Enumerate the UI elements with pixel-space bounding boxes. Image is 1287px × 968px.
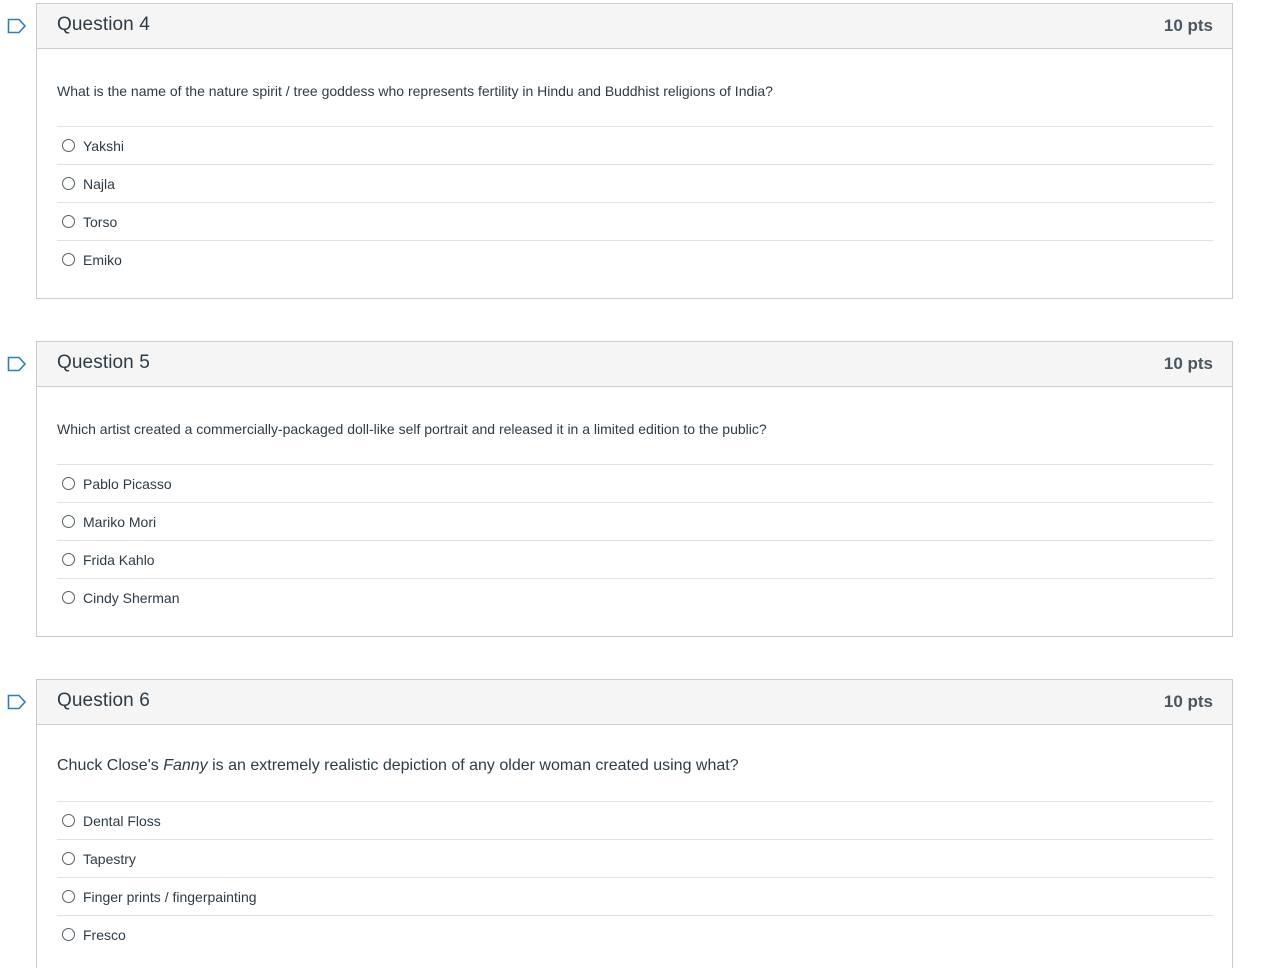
question-text: Chuck Close's Fanny is an extremely real… (57, 725, 1213, 801)
radio-button[interactable] (62, 814, 75, 827)
flag-question-icon[interactable] (7, 356, 27, 372)
radio-button[interactable] (62, 139, 75, 152)
question-text: What is the name of the nature spirit / … (57, 83, 773, 99)
answer-list: Yakshi Najla Torso Emiko (57, 126, 1213, 278)
answer-label: Frida Kahlo (83, 551, 155, 568)
answer-list: Dental Floss Tapestry Finger prints / fi… (57, 801, 1213, 953)
artwork-title: Fanny (163, 757, 208, 774)
radio-button[interactable] (62, 215, 75, 228)
answer-option[interactable]: Fresco (57, 916, 1213, 953)
answer-option[interactable]: Cindy Sherman (57, 579, 1213, 616)
flag-question-icon[interactable] (7, 694, 27, 710)
answer-option[interactable]: Torso (57, 203, 1213, 241)
question-points: 10 pts (1163, 354, 1213, 373)
radio-button[interactable] (62, 852, 75, 865)
quiz-page: Question 4 10 pts What is the name of th… (0, 0, 1287, 968)
answer-label: Pablo Picasso (83, 475, 172, 492)
answer-label: Emiko (83, 251, 122, 268)
question-title: Question 4 (57, 14, 150, 35)
question-5: Question 5 10 pts Which artist created a… (7, 341, 1233, 637)
question-text-after: is an extremely realistic depiction of a… (207, 757, 739, 774)
answer-option[interactable]: Tapestry (57, 840, 1213, 878)
radio-button[interactable] (62, 928, 75, 941)
question-6: Question 6 10 pts Chuck Close's Fanny is… (7, 679, 1233, 968)
answer-label: Mariko Mori (83, 513, 157, 530)
question-header: Question 6 10 pts (37, 680, 1232, 725)
answer-label: Tapestry (83, 850, 136, 867)
radio-button[interactable] (62, 253, 75, 266)
radio-button[interactable] (62, 553, 75, 566)
answer-label: Fresco (83, 926, 126, 943)
answer-option[interactable]: Frida Kahlo (57, 541, 1213, 579)
question-header: Question 5 10 pts (37, 342, 1232, 387)
answer-option[interactable]: Finger prints / fingerpainting (57, 878, 1213, 916)
question-header: Question 4 10 pts (37, 4, 1232, 49)
answer-label: Cindy Sherman (83, 589, 180, 606)
answer-label: Dental Floss (83, 812, 161, 829)
radio-button[interactable] (62, 177, 75, 190)
answer-option[interactable]: Najla (57, 165, 1213, 203)
answer-option[interactable]: Emiko (57, 241, 1213, 278)
question-points: 10 pts (1163, 16, 1213, 35)
flag-question-icon[interactable] (7, 18, 27, 34)
answer-option[interactable]: Pablo Picasso (57, 465, 1213, 503)
radio-button[interactable] (62, 890, 75, 903)
answer-label: Finger prints / fingerpainting (83, 888, 257, 905)
radio-button[interactable] (62, 515, 75, 528)
question-text: Which artist created a commercially-pack… (57, 421, 767, 437)
answer-list: Pablo Picasso Mariko Mori Frida Kahlo Ci… (57, 464, 1213, 616)
question-title: Question 5 (57, 352, 150, 373)
answer-label: Torso (83, 213, 118, 230)
answer-label: Najla (83, 175, 115, 192)
question-4: Question 4 10 pts What is the name of th… (7, 3, 1233, 299)
answer-option[interactable]: Mariko Mori (57, 503, 1213, 541)
answer-label: Yakshi (83, 137, 124, 154)
question-text-before: Chuck Close's (57, 757, 164, 774)
radio-button[interactable] (62, 477, 75, 490)
radio-button[interactable] (62, 591, 75, 604)
question-title: Question 6 (57, 690, 150, 711)
question-points: 10 pts (1163, 692, 1213, 711)
answer-option[interactable]: Dental Floss (57, 802, 1213, 840)
answer-option[interactable]: Yakshi (57, 127, 1213, 165)
